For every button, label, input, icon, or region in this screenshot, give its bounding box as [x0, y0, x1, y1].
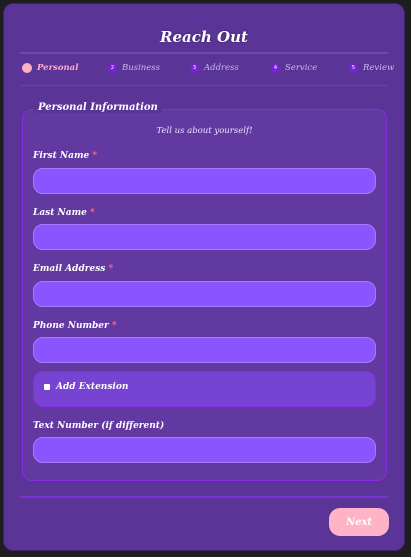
title-divider [20, 52, 388, 54]
step-business[interactable]: 2 Business [108, 63, 160, 73]
next-button[interactable]: Next [329, 508, 389, 536]
personal-info-fieldset: Personal Information Tell us about yours… [22, 102, 387, 481]
extension-checkbox[interactable] [44, 384, 50, 390]
step-address[interactable]: 3 Address [190, 63, 239, 73]
extension-toggle-box: Add Extension [33, 371, 376, 407]
phone-label-text: Phone Number [33, 321, 109, 331]
email-input[interactable] [33, 281, 376, 307]
form-title: Reach Out [160, 28, 248, 46]
step-business-dot: 2 [108, 63, 117, 73]
email-label: Email Address * [33, 264, 113, 274]
step-business-label: Business [122, 63, 161, 73]
required-mark: * [92, 151, 98, 161]
step-review[interactable]: 5 Review [349, 63, 394, 73]
step-service-label: Service [285, 63, 318, 73]
text-number-input[interactable] [33, 437, 376, 463]
step-personal[interactable]: Personal [22, 63, 78, 73]
step-service[interactable]: 4 Service [271, 63, 317, 73]
step-personal-dot [22, 63, 32, 73]
step-address-label: Address [204, 63, 239, 73]
steps-divider [20, 85, 388, 86]
step-personal-label: Personal [37, 63, 79, 73]
step-review-dot: 5 [349, 63, 358, 73]
extension-label[interactable]: Add Extension [56, 382, 128, 392]
form-panel: Reach Out Personal 2 Business 3 Address … [3, 3, 405, 551]
first-name-label-text: First Name [33, 151, 90, 161]
phone-input[interactable] [33, 337, 376, 363]
required-mark: * [108, 264, 114, 274]
step-service-dot: 4 [271, 63, 280, 73]
fieldset-legend: Personal Information [34, 102, 162, 113]
required-mark: * [89, 208, 95, 218]
first-name-input[interactable] [33, 168, 376, 194]
email-label-text: Email Address [33, 264, 106, 274]
step-address-dot: 3 [190, 63, 199, 73]
required-mark: * [111, 321, 117, 331]
section-subtitle: Tell us about yourself! [156, 126, 253, 136]
step-progress: Personal 2 Business 3 Address 4 Service … [22, 63, 394, 79]
footer-divider [20, 496, 388, 498]
step-review-label: Review [363, 63, 395, 73]
last-name-label-text: Last Name [33, 208, 87, 218]
first-name-label: First Name * [33, 151, 97, 161]
phone-label: Phone Number * [33, 321, 117, 331]
last-name-label: Last Name * [33, 208, 95, 218]
text-number-label: Text Number (if different) [33, 421, 165, 431]
last-name-input[interactable] [33, 224, 376, 250]
